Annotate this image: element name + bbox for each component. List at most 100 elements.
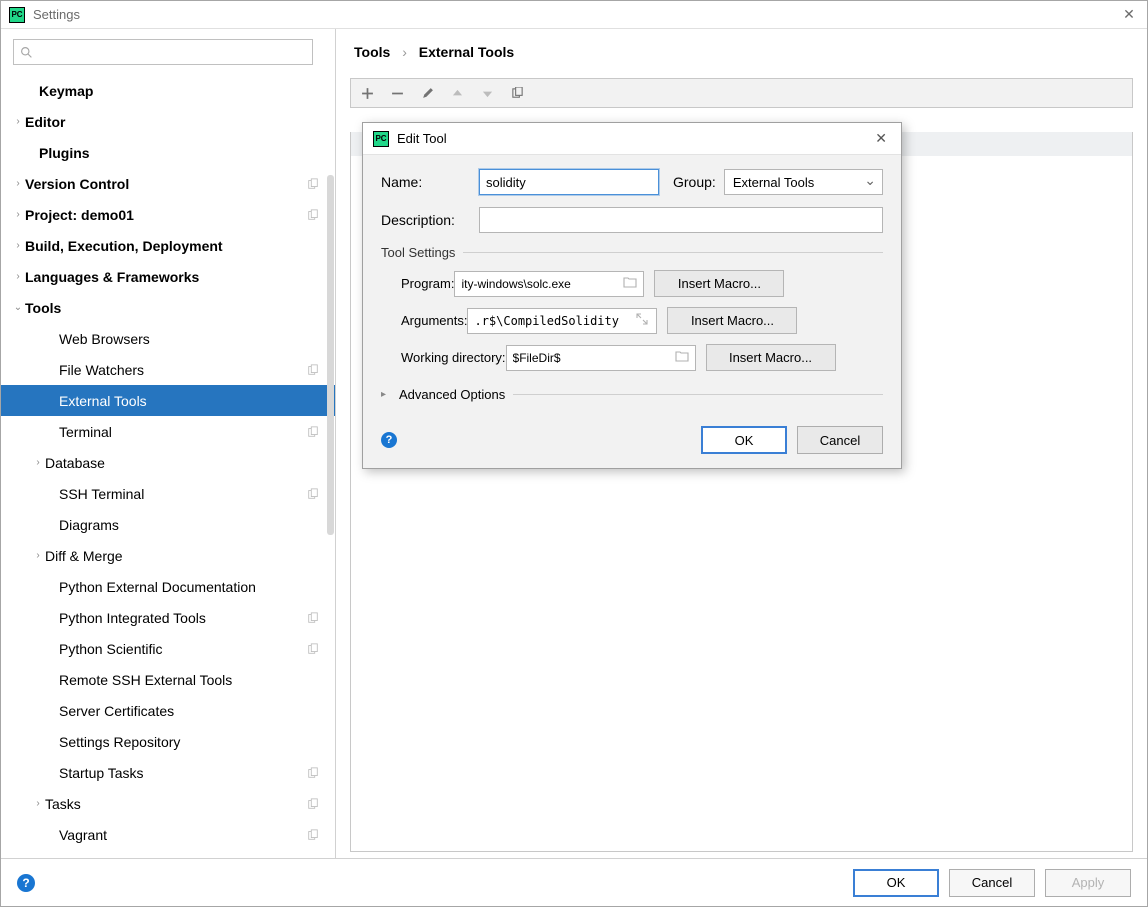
tree-item-label: Settings Repository	[59, 734, 307, 750]
insert-macro-workingdir-button[interactable]: Insert Macro...	[706, 344, 836, 371]
working-dir-input[interactable]	[506, 345, 696, 371]
tree-item-project-demo01[interactable]: ›Project: demo01	[1, 199, 335, 230]
project-scope-icon	[307, 488, 323, 500]
ok-button[interactable]: OK	[853, 869, 939, 897]
advanced-options-label: Advanced Options	[399, 387, 505, 402]
settings-tree[interactable]: Keymap›EditorPlugins›Version Control›Pro…	[1, 75, 335, 858]
tree-item-tools[interactable]: ⌄Tools	[1, 292, 335, 323]
insert-macro-program-button[interactable]: Insert Macro...	[654, 270, 784, 297]
tree-item-label: Remote SSH External Tools	[59, 672, 307, 688]
tree-item-editor[interactable]: ›Editor	[1, 106, 335, 137]
scrollbar-thumb[interactable]	[327, 175, 334, 535]
expand-icon[interactable]: ›	[11, 116, 25, 127]
cancel-button[interactable]: Cancel	[949, 869, 1035, 897]
name-label: Name:	[381, 174, 479, 190]
insert-macro-arguments-button[interactable]: Insert Macro...	[667, 307, 797, 334]
expand-icon[interactable]: ›	[11, 240, 25, 251]
app-icon: PC	[9, 7, 25, 23]
expand-icon[interactable]: ›	[31, 457, 45, 468]
help-icon[interactable]: ?	[17, 874, 35, 892]
tree-item-web-browsers[interactable]: Web Browsers	[1, 323, 335, 354]
edit-tool-dialog: PC Edit Tool ✕ Name: Group: External Too…	[362, 122, 902, 469]
remove-icon[interactable]	[389, 85, 405, 101]
expand-icon[interactable]: ›	[31, 550, 45, 561]
tree-item-database[interactable]: ›Database	[1, 447, 335, 478]
search-icon	[20, 46, 33, 59]
tree-item-label: Startup Tasks	[59, 765, 307, 781]
arguments-input[interactable]	[467, 308, 657, 334]
dialog-body: Name: Group: External Tools Description:…	[363, 155, 901, 416]
group-select[interactable]: External Tools	[724, 169, 883, 195]
tree-item-label: Server Certificates	[59, 703, 307, 719]
working-dir-label: Working directory:	[381, 350, 506, 365]
tree-item-label: Diff & Merge	[45, 548, 307, 564]
tree-item-remote-ssh-external-tools[interactable]: Remote SSH External Tools	[1, 664, 335, 695]
apply-button[interactable]: Apply	[1045, 869, 1131, 897]
dialog-ok-button[interactable]: OK	[701, 426, 787, 454]
tree-item-label: Tasks	[45, 796, 307, 812]
breadcrumb: Tools › External Tools	[336, 29, 1147, 70]
tree-item-startup-tasks[interactable]: Startup Tasks	[1, 757, 335, 788]
move-down-icon[interactable]	[479, 85, 495, 101]
add-icon[interactable]	[359, 85, 375, 101]
tree-item-keymap[interactable]: Keymap	[1, 75, 335, 106]
tree-item-languages-frameworks[interactable]: ›Languages & Frameworks	[1, 261, 335, 292]
project-scope-icon	[307, 612, 323, 624]
project-scope-icon	[307, 643, 323, 655]
tree-item-diagrams[interactable]: Diagrams	[1, 509, 335, 540]
search-input[interactable]	[37, 45, 306, 60]
name-input[interactable]	[479, 169, 659, 195]
tree-item-label: Python Integrated Tools	[59, 610, 307, 626]
tree-item-python-integrated-tools[interactable]: Python Integrated Tools	[1, 602, 335, 633]
window-title-bar: PC Settings ✕	[1, 1, 1147, 29]
settings-footer: ? OK Cancel Apply	[1, 858, 1147, 906]
tree-item-build-execution-deployment[interactable]: ›Build, Execution, Deployment	[1, 230, 335, 261]
tree-item-plugins[interactable]: Plugins	[1, 137, 335, 168]
name-row: Name: Group: External Tools	[381, 169, 883, 195]
description-input[interactable]	[479, 207, 883, 233]
search-box[interactable]	[13, 39, 313, 65]
tree-item-external-tools[interactable]: External Tools	[1, 385, 335, 416]
tree-item-label: Languages & Frameworks	[25, 269, 307, 285]
advanced-options-toggle[interactable]: ▸ Advanced Options	[381, 387, 883, 402]
dialog-cancel-button[interactable]: Cancel	[797, 426, 883, 454]
dialog-help-icon[interactable]: ?	[381, 432, 397, 448]
breadcrumb-root[interactable]: Tools	[354, 44, 390, 60]
tree-item-python-external-documentation[interactable]: Python External Documentation	[1, 571, 335, 602]
tree-item-settings-repository[interactable]: Settings Repository	[1, 726, 335, 757]
tree-item-ssh-terminal[interactable]: SSH Terminal	[1, 478, 335, 509]
tree-item-version-control[interactable]: ›Version Control	[1, 168, 335, 199]
project-scope-icon	[307, 178, 323, 190]
tree-item-label: Version Control	[25, 176, 307, 192]
tree-item-label: File Watchers	[59, 362, 307, 378]
expand-icon[interactable]: ›	[31, 798, 45, 809]
tree-item-file-watchers[interactable]: File Watchers	[1, 354, 335, 385]
tree-item-server-certificates[interactable]: Server Certificates	[1, 695, 335, 726]
window-title: Settings	[33, 7, 1119, 22]
tree-item-label: External Tools	[59, 393, 307, 409]
description-row: Description:	[381, 207, 883, 233]
sidebar-scrollbar[interactable]	[327, 75, 335, 854]
tree-item-vagrant[interactable]: Vagrant	[1, 819, 335, 850]
copy-icon[interactable]	[509, 85, 525, 101]
tree-item-label: Vagrant	[59, 827, 307, 843]
tool-settings-heading: Tool Settings	[381, 245, 883, 260]
expand-icon[interactable]: ›	[11, 209, 25, 220]
arguments-row: Arguments: Insert Macro...	[381, 307, 883, 334]
expand-icon[interactable]: ›	[11, 271, 25, 282]
program-label: Program:	[381, 276, 454, 291]
program-input[interactable]	[454, 271, 644, 297]
tree-item-tasks[interactable]: ›Tasks	[1, 788, 335, 819]
tree-item-diff-merge[interactable]: ›Diff & Merge	[1, 540, 335, 571]
tree-item-terminal[interactable]: Terminal	[1, 416, 335, 447]
expand-icon[interactable]: ›	[11, 178, 25, 189]
project-scope-icon	[307, 209, 323, 221]
breadcrumb-separator: ›	[402, 44, 407, 60]
tool-settings-label: Tool Settings	[381, 245, 455, 260]
window-close-button[interactable]: ✕	[1119, 6, 1139, 23]
tree-item-python-scientific[interactable]: Python Scientific	[1, 633, 335, 664]
move-up-icon[interactable]	[449, 85, 465, 101]
dialog-close-button[interactable]: ✕	[871, 130, 891, 147]
edit-icon[interactable]	[419, 85, 435, 101]
expand-icon[interactable]: ⌄	[11, 302, 25, 313]
